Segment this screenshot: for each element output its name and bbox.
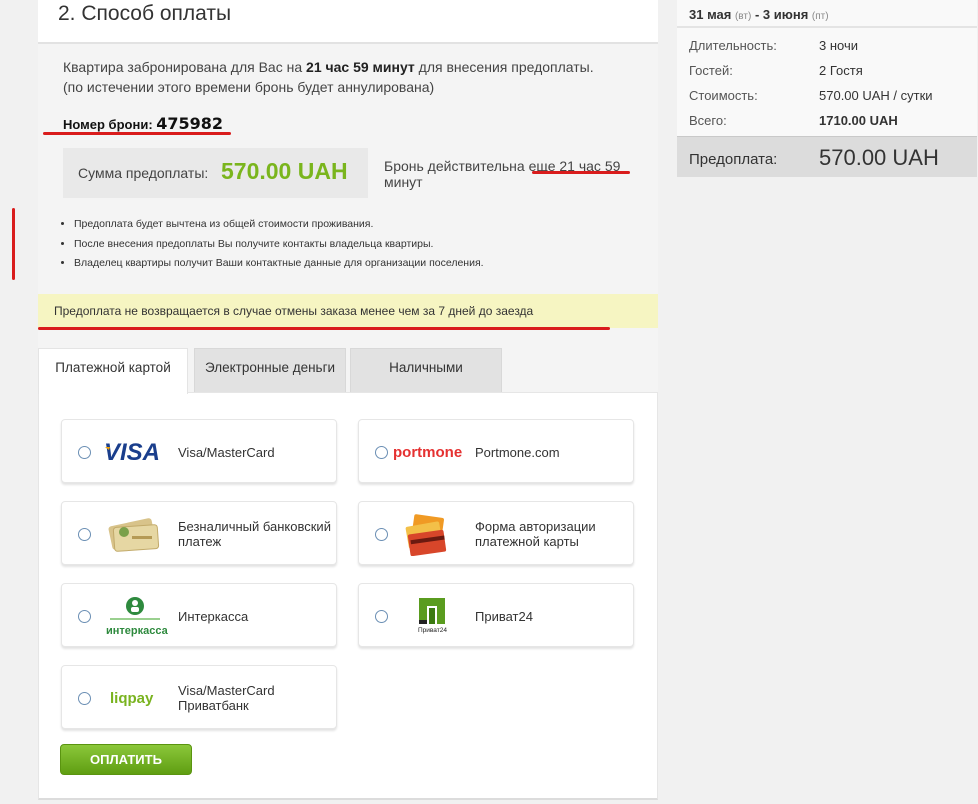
radio-button[interactable] xyxy=(375,528,388,541)
summary-value: 2 Гостя xyxy=(819,63,863,78)
payment-option-label: Visa/MasterCard xyxy=(178,444,275,460)
payment-option-label: Приват24 xyxy=(475,608,533,624)
annotation-underline xyxy=(532,171,630,174)
visa-logo: VISA xyxy=(102,430,168,474)
summary-prepayment: Предоплата: 570.00 UAH xyxy=(677,136,977,177)
payment-option-portmone[interactable]: portmone Portmone.com xyxy=(358,419,634,483)
portmone-logo: portmone xyxy=(393,430,473,474)
prepayment-notes: Предоплата будет вычтена из общей стоимо… xyxy=(56,215,484,274)
notice-text-start: Квартира забронирована для Вас на xyxy=(63,59,307,75)
radio-button[interactable] xyxy=(375,610,388,623)
visa-logo-text: VISA xyxy=(104,439,160,466)
annotation-underline xyxy=(43,132,231,135)
radio-button[interactable] xyxy=(78,610,91,623)
summary-value: 3 ночи xyxy=(819,38,858,53)
payment-section: 2. Способ оплаты Квартира забронирована … xyxy=(12,0,658,800)
interkassa-logo: интеркасса xyxy=(104,594,170,638)
prepayment-label: Сумма предоплаты: xyxy=(78,165,209,181)
summary-key: Длительность: xyxy=(689,38,777,53)
section-header: 2. Способ оплаты xyxy=(38,0,658,44)
booking-notice: Квартира забронирована для Вас на 21 час… xyxy=(63,57,603,97)
privat24-logo: Приват24 xyxy=(415,594,455,638)
summary-prepayment-value: 570.00 UAH xyxy=(819,145,939,170)
date-to: 3 июня xyxy=(762,7,809,22)
portmone-logo-text: portmone xyxy=(393,444,462,461)
tab-e-money[interactable]: Электронные деньги xyxy=(194,348,346,392)
date-separator: - xyxy=(754,7,760,22)
divider xyxy=(677,26,977,28)
summary-key: Всего: xyxy=(689,113,727,128)
prepayment-value: 570.00 UAH xyxy=(221,158,348,184)
payment-option-visa[interactable]: VISA Visa/MasterCard xyxy=(61,419,337,483)
payment-option-label: Форма авторизации платежной карты xyxy=(475,519,596,549)
booking-summary: 31 мая (вт) - 3 июня (пт) Длительность: 3… xyxy=(677,0,977,177)
tab-cash[interactable]: Наличными xyxy=(350,348,502,392)
booking-number-label: Номер брони: xyxy=(63,117,157,132)
prepayment-amount-box: Сумма предоплаты: 570.00 UAH xyxy=(63,148,368,198)
payment-option-privat24[interactable]: Приват24 Приват24 xyxy=(358,583,634,647)
payment-option-label: Безналичный банковский платеж xyxy=(178,519,331,549)
annotation-mark xyxy=(12,208,15,280)
radio-button[interactable] xyxy=(78,692,91,705)
payment-option-label: Visa/MasterCard Приватбанк xyxy=(178,683,275,713)
refund-warning-text: Предоплата не возвращается в случае отме… xyxy=(54,304,534,318)
liqpay-logo: liqpay xyxy=(102,676,168,720)
radio-button[interactable] xyxy=(78,446,91,459)
booking-dates: 31 мая (вт) - 3 июня (пт) xyxy=(689,7,829,22)
payment-option-label: Portmone.com xyxy=(475,444,560,460)
date-from: 31 мая xyxy=(689,7,732,22)
bank-transfer-icon xyxy=(102,512,168,556)
day-from: (вт) xyxy=(734,11,752,22)
payment-option-bank-transfer[interactable]: Безналичный банковский платеж xyxy=(61,501,337,565)
notice-time: 21 час 59 минут xyxy=(306,59,415,75)
note-item: Предоплата будет вычтена из общей стоимо… xyxy=(74,215,484,235)
booking-number: Номер брони: 475982 xyxy=(63,114,223,133)
credit-cards-icon xyxy=(399,512,465,557)
payment-option-label: Интеркасса xyxy=(178,608,249,624)
payment-option-liqpay[interactable]: liqpay Visa/MasterCard Приватбанк xyxy=(61,665,337,729)
booking-validity: Бронь действительна еще 21 час 59 минут xyxy=(384,158,621,190)
pay-button[interactable]: ОПЛАТИТЬ xyxy=(60,744,192,775)
day-to: (пт) xyxy=(811,11,829,22)
payment-option-card-authorization[interactable]: Форма авторизации платежной карты xyxy=(358,501,634,565)
booking-number-value: 475982 xyxy=(156,114,224,133)
tab-card[interactable]: Платежной картой xyxy=(38,348,188,394)
refund-warning: Предоплата не возвращается в случае отме… xyxy=(38,294,658,328)
payment-option-interkassa[interactable]: интеркасса Интеркасса xyxy=(61,583,337,647)
liqpay-logo-text: liqpay xyxy=(110,690,154,707)
annotation-underline xyxy=(38,327,610,330)
note-item: Владелец квартиры получит Ваши контактны… xyxy=(74,254,484,274)
privat24-logo-text: Приват24 xyxy=(418,627,447,634)
section-title: 2. Способ оплаты xyxy=(58,2,232,25)
payment-options-panel: VISA Visa/MasterCard portmone Portmone.c… xyxy=(38,392,658,800)
radio-button[interactable] xyxy=(78,528,91,541)
summary-prepayment-label: Предоплата: xyxy=(689,151,778,168)
summary-value: 1710.00 UAH xyxy=(819,113,898,128)
summary-value: 570.00 UAH / сутки xyxy=(819,88,933,103)
summary-key: Стоимость: xyxy=(689,88,758,103)
interkassa-logo-text: интеркасса xyxy=(106,625,169,637)
summary-key: Гостей: xyxy=(689,63,733,78)
radio-button[interactable] xyxy=(375,446,388,459)
note-item: После внесения предоплаты Вы получите ко… xyxy=(74,235,484,255)
